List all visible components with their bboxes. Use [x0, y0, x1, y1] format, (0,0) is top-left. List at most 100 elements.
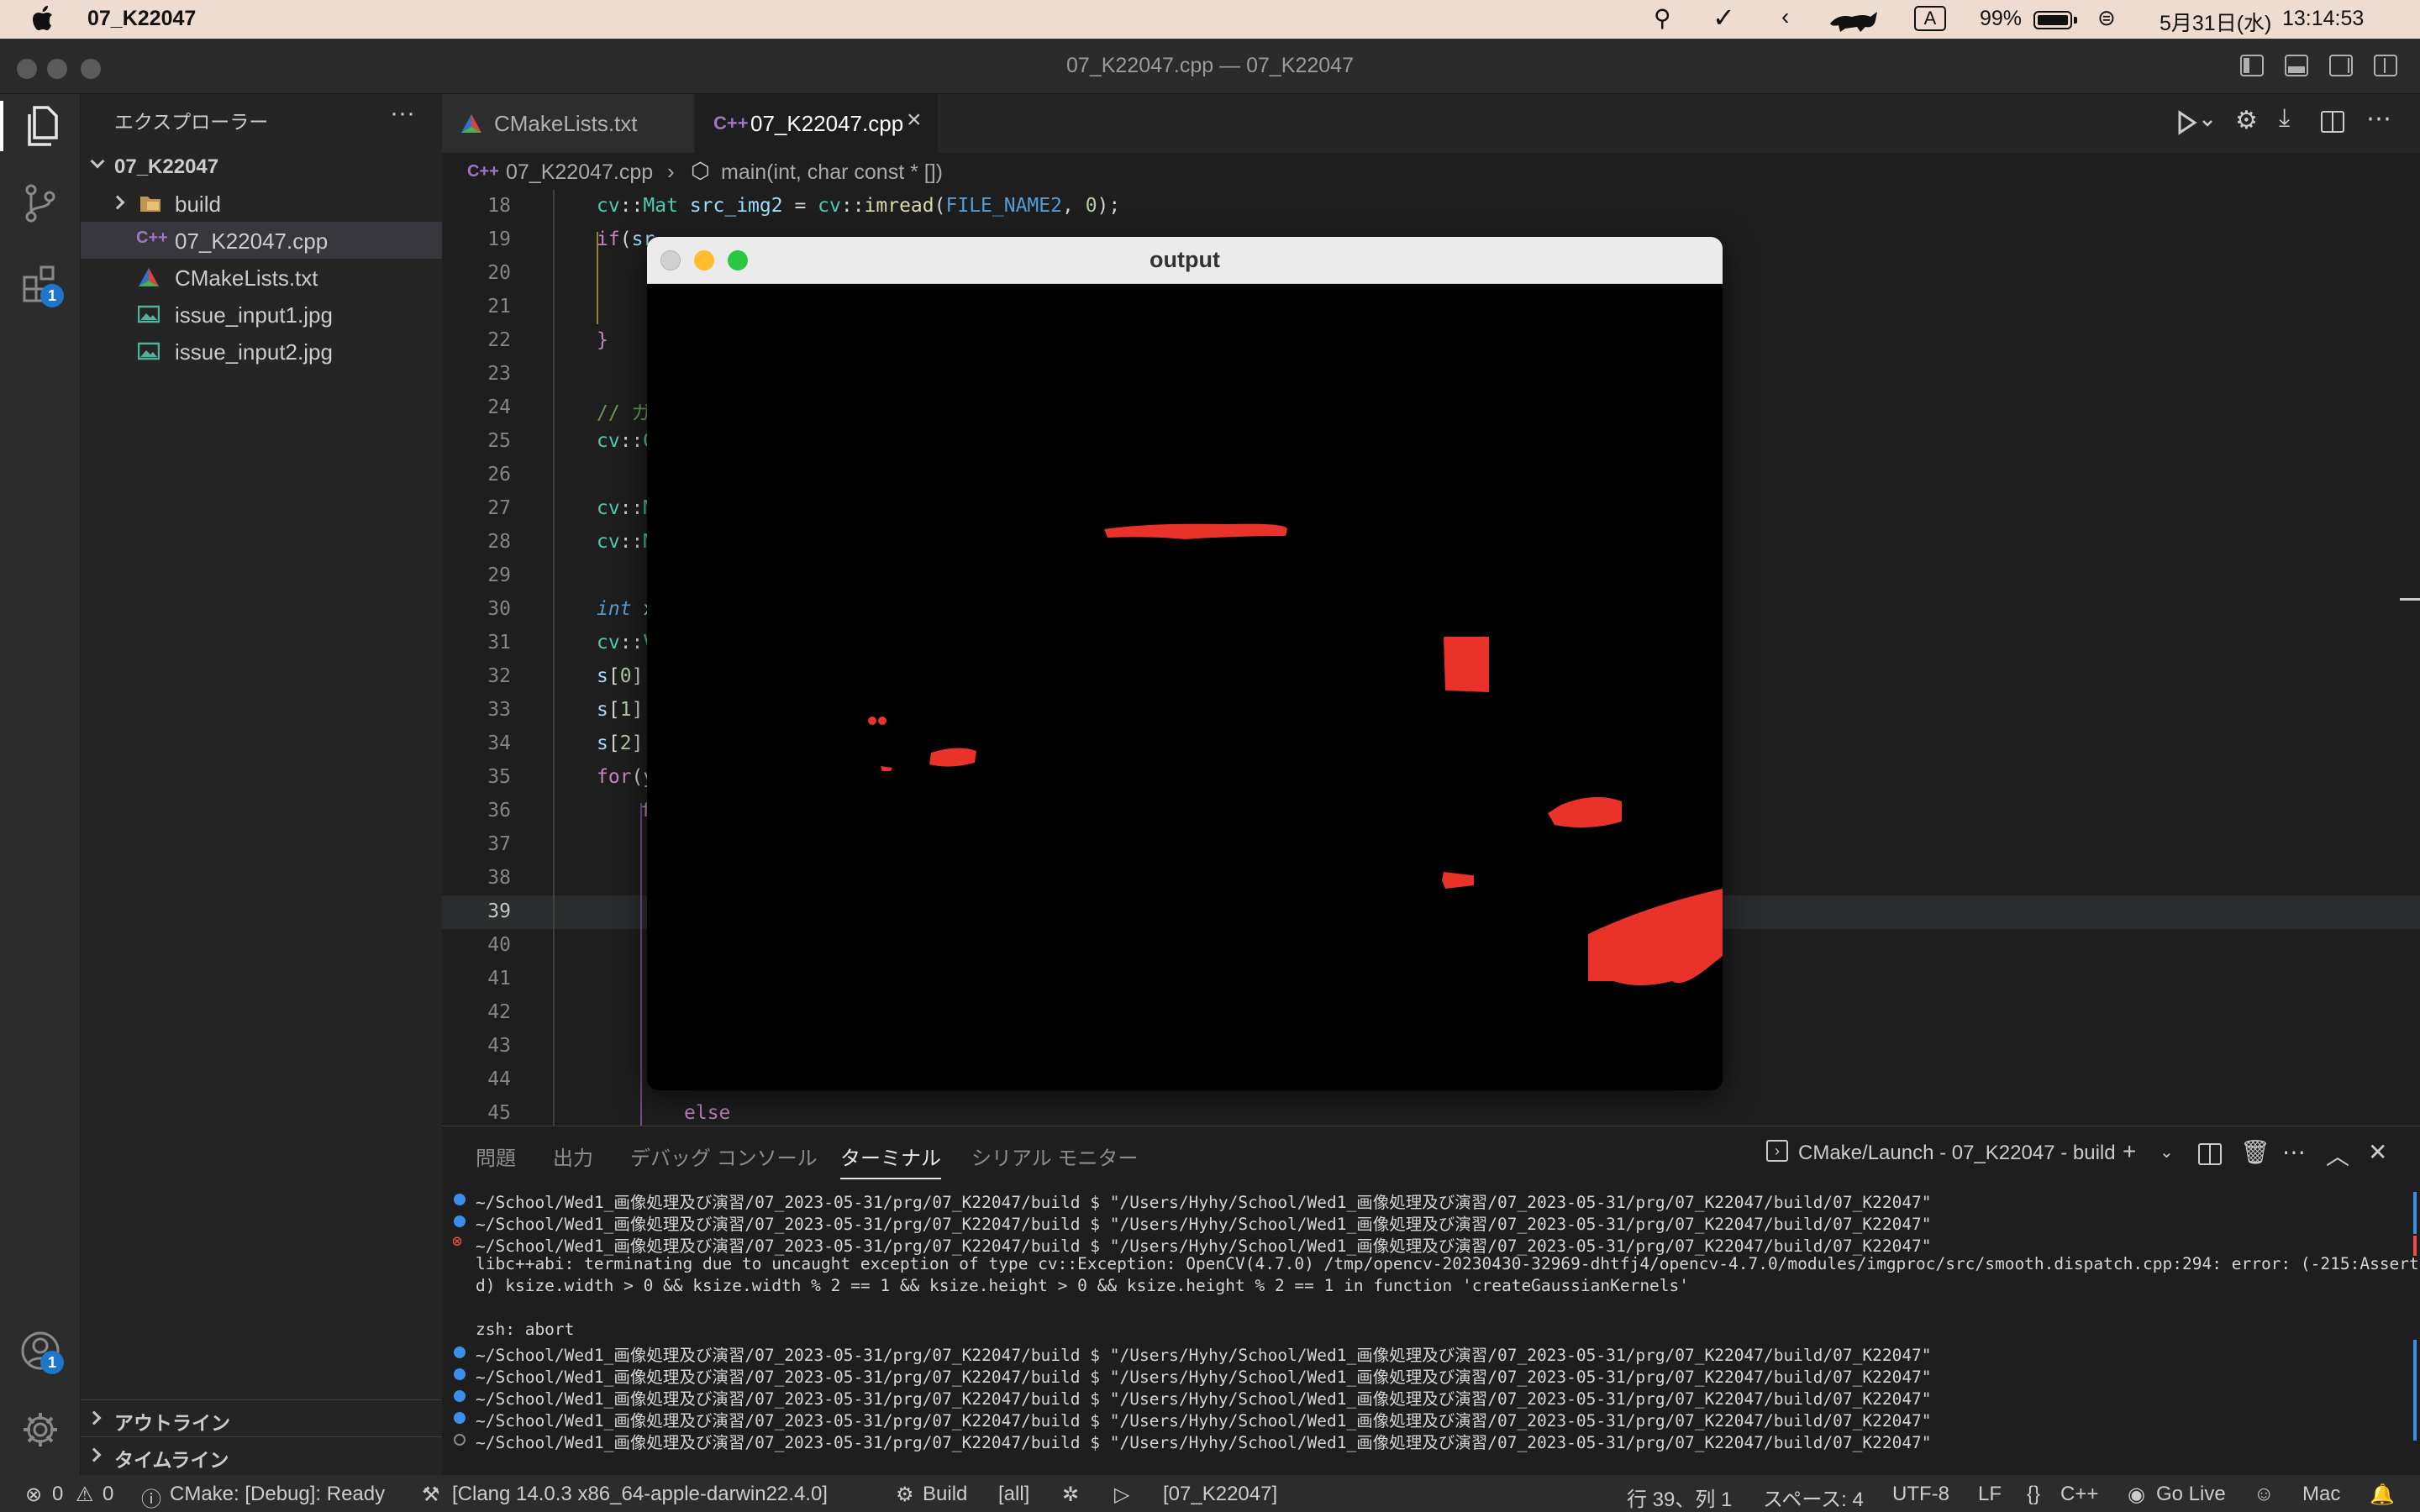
- chevron-down-icon[interactable]: ⌄: [2160, 1142, 2174, 1163]
- run-icon[interactable]: ▷: [1114, 1483, 1129, 1507]
- cmake-status[interactable]: CMake: [Debug]: Ready: [170, 1483, 385, 1506]
- scrollbar-overview-marker[interactable]: [2400, 598, 2420, 601]
- close-tab-icon[interactable]: ×: [907, 106, 922, 134]
- terminal-scrollbar-marker: [2413, 1236, 2417, 1256]
- debug-icon[interactable]: ✲: [1062, 1483, 1079, 1507]
- toggle-primary-sidebar-icon[interactable]: [2240, 55, 2264, 76]
- customize-layout-icon[interactable]: [2374, 55, 2397, 76]
- accounts-activity-button[interactable]: 1: [15, 1326, 66, 1376]
- output-image: [647, 284, 1723, 1090]
- platform[interactable]: Mac: [2302, 1483, 2340, 1506]
- toggle-secondary-sidebar-icon[interactable]: [2329, 55, 2353, 76]
- terminal-line: zsh: abort: [476, 1320, 575, 1339]
- command-success-icon[interactable]: [454, 1194, 466, 1205]
- tree-item-cmake[interactable]: CMakeLists.txt: [81, 259, 442, 296]
- code-text: cv::Mat src_img2 = cv::imread(FILE_NAME2…: [597, 195, 1121, 217]
- end-of-line[interactable]: LF: [1978, 1483, 2002, 1506]
- command-pending-icon[interactable]: [454, 1434, 466, 1446]
- notifications-bell-icon[interactable]: 🔔: [2370, 1483, 2395, 1507]
- indentation[interactable]: スペース: 4: [1763, 1483, 1864, 1512]
- close-panel-icon[interactable]: ✕: [2368, 1138, 2387, 1166]
- copilot-icon[interactable]: ☺: [2254, 1483, 2275, 1506]
- encoding[interactable]: UTF-8: [1892, 1483, 1949, 1506]
- output-window-title-bar[interactable]: output: [647, 237, 1723, 284]
- warning-icon[interactable]: ⚠: [76, 1483, 94, 1507]
- menubar-date[interactable]: 5月31日(水): [2160, 7, 2271, 37]
- warning-count[interactable]: 0: [103, 1483, 113, 1506]
- more-actions-icon[interactable]: ⋯: [2282, 1138, 2306, 1166]
- tab-terminal[interactable]: ターミナル: [840, 1142, 941, 1179]
- line-number: 22: [487, 329, 511, 351]
- battery-icon[interactable]: [2033, 11, 2072, 29]
- red-blob: [868, 717, 876, 725]
- chevron-down-icon: [90, 154, 105, 169]
- download-icon[interactable]: ⤓: [2279, 104, 2290, 133]
- new-terminal-icon[interactable]: +: [2123, 1138, 2136, 1165]
- build-target[interactable]: [all]: [998, 1483, 1029, 1506]
- terminal-line: ~/School/Wed1_画像処理及び演習/07_2023-05-31/prg…: [476, 1215, 1932, 1234]
- tab-problems[interactable]: 問題: [476, 1142, 516, 1171]
- trash-icon[interactable]: 🗑: [2240, 1138, 2270, 1166]
- error-icon[interactable]: ⊗: [25, 1483, 42, 1507]
- terminal-output[interactable]: ~/School/Wed1_画像処理及び演習/07_2023-05-31/prg…: [442, 1189, 2420, 1474]
- extensions-activity-button[interactable]: 1: [15, 259, 66, 309]
- code-line[interactable]: 45 else: [442, 1097, 2420, 1126]
- timeline-section-header[interactable]: タイムライン: [81, 1436, 442, 1473]
- breadcrumb-symbol[interactable]: main(int, char const * []): [721, 160, 943, 185]
- input-mode-indicator[interactable]: A: [1914, 6, 1946, 31]
- explorer-more-actions-icon[interactable]: ···: [390, 99, 415, 128]
- outline-section-header[interactable]: アウトライン: [81, 1399, 442, 1436]
- control-center-icon[interactable]: ⊜: [2097, 5, 2116, 31]
- menubar-app-name[interactable]: 07_K22047: [87, 7, 196, 31]
- tab-cpp[interactable]: C++ 07_K22047.cpp ×: [695, 94, 939, 153]
- opencv-output-window[interactable]: output: [647, 237, 1723, 1090]
- cursor-position[interactable]: 行 39、列 1: [1627, 1483, 1732, 1512]
- extensions-badge: 1: [40, 284, 64, 307]
- tree-item-image2[interactable]: issue_input2.jpg: [81, 333, 442, 370]
- tree-root-folder[interactable]: 07_K22047: [81, 148, 442, 185]
- tab-debug-console[interactable]: デバッグ コンソール: [630, 1142, 818, 1171]
- terminal-name[interactable]: CMake/Launch - 07_K22047 - build: [1798, 1142, 2116, 1165]
- command-success-icon[interactable]: [454, 1368, 466, 1380]
- tree-item-cpp[interactable]: C++ 07_K22047.cpp: [81, 222, 442, 259]
- apple-logo-icon[interactable]: [32, 6, 54, 31]
- cmake-kit[interactable]: [Clang 14.0.3 x86_64-apple-darwin22.4.0]: [452, 1483, 828, 1506]
- build-button[interactable]: Build: [923, 1483, 967, 1506]
- launch-target[interactable]: [07_K22047]: [1163, 1483, 1277, 1506]
- command-error-icon[interactable]: ⊗: [452, 1231, 462, 1251]
- code-line[interactable]: 18 cv::Mat src_img2 = cv::imread(FILE_NA…: [442, 190, 2420, 223]
- more-actions-icon[interactable]: ⋯: [2366, 104, 2391, 134]
- language-mode[interactable]: C++: [2060, 1483, 2098, 1506]
- maximize-panel-icon[interactable]: ︿: [2326, 1138, 2349, 1172]
- error-count[interactable]: 0: [52, 1483, 63, 1506]
- split-editor-icon[interactable]: [2321, 111, 2344, 133]
- toggle-panel-icon[interactable]: [2285, 55, 2308, 76]
- chevron-left-icon[interactable]: ‹: [1781, 3, 1789, 30]
- run-debug-icon[interactable]: [2173, 109, 2217, 138]
- wrench-icon: ⚒: [422, 1483, 440, 1506]
- source-control-activity-button[interactable]: [15, 178, 66, 228]
- tree-item-build[interactable]: build: [81, 185, 442, 222]
- tree-item-image1[interactable]: issue_input1.jpg: [81, 296, 442, 333]
- status-menu-icon[interactable]: ⚲: [1654, 4, 1671, 32]
- settings-gear-icon[interactable]: ⚙: [2235, 106, 2258, 135]
- tab-serial-monitor[interactable]: シリアル モニター: [971, 1142, 1138, 1171]
- command-success-icon[interactable]: [454, 1215, 466, 1227]
- checkmark-status-icon[interactable]: ✓: [1712, 2, 1735, 34]
- line-number: 31: [487, 632, 511, 654]
- explorer-activity-button[interactable]: [0, 101, 81, 151]
- terminal-line: ~/School/Wed1_画像処理及び演習/07_2023-05-31/prg…: [476, 1368, 1932, 1387]
- tab-output[interactable]: 出力: [553, 1142, 593, 1171]
- go-live-button[interactable]: Go Live: [2156, 1483, 2226, 1506]
- line-number: 27: [487, 497, 511, 519]
- runcat-icon[interactable]: [1827, 7, 1881, 34]
- menubar-time[interactable]: 13:14:53: [2282, 7, 2364, 31]
- command-success-icon[interactable]: [454, 1412, 466, 1424]
- manage-activity-button[interactable]: [15, 1404, 66, 1455]
- split-terminal-icon[interactable]: [2198, 1143, 2222, 1165]
- command-success-icon[interactable]: [454, 1347, 466, 1358]
- command-success-icon[interactable]: [454, 1390, 466, 1402]
- line-number: 32: [487, 665, 511, 687]
- tab-cmakelists[interactable]: CMakeLists.txt: [442, 94, 694, 153]
- breadcrumb-file[interactable]: 07_K22047.cpp: [506, 160, 653, 185]
